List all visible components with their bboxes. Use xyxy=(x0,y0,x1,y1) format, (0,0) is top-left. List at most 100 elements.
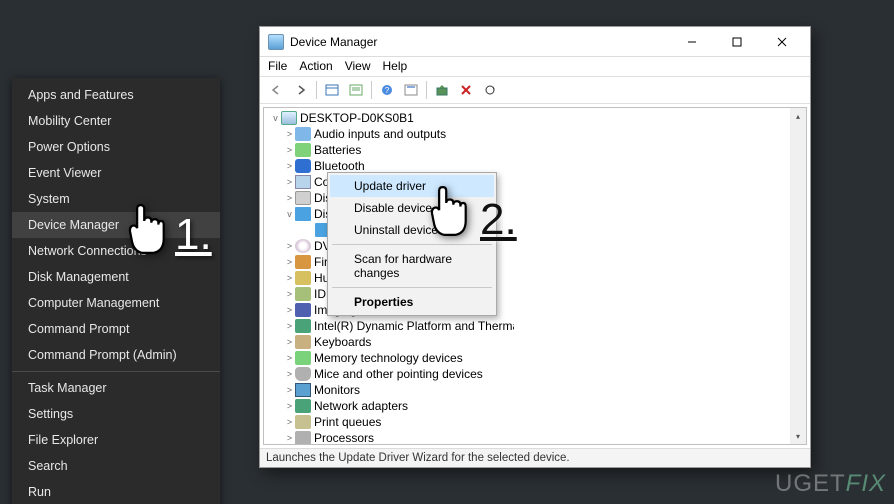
menu-item[interactable]: View xyxy=(345,59,371,73)
expand-icon[interactable]: > xyxy=(284,334,295,350)
expand-icon[interactable]: > xyxy=(284,270,295,286)
mouse-icon xyxy=(295,367,311,381)
mem-icon xyxy=(295,351,311,365)
winx-item[interactable]: Settings xyxy=(12,401,220,427)
menubar[interactable]: File Action View Help xyxy=(260,57,810,77)
winx-item[interactable]: Apps and Features xyxy=(12,82,220,108)
menu-item[interactable]: File xyxy=(268,59,287,73)
winx-item[interactable]: Run xyxy=(12,479,220,504)
printq-icon xyxy=(295,415,311,429)
step-label-2: 2. xyxy=(480,195,517,245)
expand-icon[interactable]: > xyxy=(284,302,295,318)
maximize-button[interactable] xyxy=(714,28,759,56)
help-button[interactable]: ? xyxy=(376,80,398,100)
computer-icon xyxy=(281,111,297,125)
expand-icon[interactable]: > xyxy=(284,254,295,270)
winx-item[interactable]: System xyxy=(12,186,220,212)
bt-icon xyxy=(295,159,311,173)
expand-icon[interactable]: > xyxy=(284,382,295,398)
toolbar[interactable]: ? xyxy=(260,77,810,104)
ide-icon xyxy=(295,287,311,301)
forward-button[interactable] xyxy=(290,80,312,100)
expand-icon[interactable]: > xyxy=(284,158,295,174)
back-button[interactable] xyxy=(266,80,288,100)
net-icon xyxy=(295,399,311,413)
expand-icon[interactable]: > xyxy=(284,190,295,206)
img-icon xyxy=(295,303,311,317)
titlebar[interactable]: Device Manager xyxy=(260,27,810,57)
expand-icon[interactable]: > xyxy=(284,174,295,190)
menu-item[interactable]: Action xyxy=(299,59,332,73)
window-title: Device Manager xyxy=(290,35,669,49)
expand-icon[interactable]: > xyxy=(284,430,295,444)
svg-text:?: ? xyxy=(385,86,390,95)
cpu-icon xyxy=(295,431,311,444)
expand-icon[interactable]: > xyxy=(284,350,295,366)
context-menu-item[interactable]: Update driver xyxy=(330,175,494,197)
winx-item[interactable]: Search xyxy=(12,453,220,479)
winx-item[interactable]: Power Options xyxy=(12,134,220,160)
tree-root[interactable]: vDESKTOP-D0KS0B1 xyxy=(270,110,804,126)
dvd-icon xyxy=(295,239,311,253)
status-bar: Launches the Update Driver Wizard for th… xyxy=(260,448,810,467)
expand-icon[interactable]: > xyxy=(284,126,295,142)
menu-item[interactable]: Help xyxy=(383,59,408,73)
vertical-scrollbar[interactable]: ▴ ▾ xyxy=(790,108,806,444)
expand-icon[interactable]: > xyxy=(284,238,295,254)
net-icon xyxy=(295,319,311,333)
expand-icon[interactable]: > xyxy=(284,414,295,430)
computer-icon xyxy=(295,175,311,189)
hid-icon xyxy=(295,271,311,285)
tree-node[interactable]: >Intel(R) Dynamic Platform and Thermal F… xyxy=(270,318,804,334)
app-icon xyxy=(268,34,284,50)
winx-item[interactable]: Computer Management xyxy=(12,290,220,316)
battery-icon xyxy=(295,143,311,157)
minimize-button[interactable] xyxy=(669,28,714,56)
kb-icon xyxy=(295,335,311,349)
winx-item[interactable]: Task Manager xyxy=(12,375,220,401)
firm-icon xyxy=(295,255,311,269)
tree-node[interactable]: >Batteries xyxy=(270,142,804,158)
context-menu-item[interactable]: Scan for hardware changes xyxy=(330,248,494,284)
winx-item[interactable]: Command Prompt (Admin) xyxy=(12,342,220,368)
context-menu-item[interactable]: Properties xyxy=(330,291,494,313)
scroll-up-button[interactable]: ▴ xyxy=(790,108,806,124)
tree-node[interactable]: >Print queues xyxy=(270,414,804,430)
device-context-menu[interactable]: Update driverDisable deviceUninstall dev… xyxy=(327,172,497,316)
properties-button[interactable] xyxy=(345,80,367,100)
winx-item[interactable]: Event Viewer xyxy=(12,160,220,186)
tree-node[interactable]: >Keyboards xyxy=(270,334,804,350)
expand-icon[interactable]: > xyxy=(284,398,295,414)
winx-item[interactable]: Command Prompt xyxy=(12,316,220,342)
scroll-down-button[interactable]: ▾ xyxy=(790,428,806,444)
display-icon xyxy=(295,207,311,221)
tree-node[interactable]: >Mice and other pointing devices xyxy=(270,366,804,382)
audio-icon xyxy=(295,127,311,141)
expand-icon[interactable]: > xyxy=(284,286,295,302)
expand-icon[interactable]: > xyxy=(284,366,295,382)
context-menu-item[interactable]: Uninstall device xyxy=(330,219,494,241)
winx-item[interactable]: Disk Management xyxy=(12,264,220,290)
uninstall-button[interactable] xyxy=(455,80,477,100)
winx-item[interactable]: File Explorer xyxy=(12,427,220,453)
context-menu-item[interactable]: Disable device xyxy=(330,197,494,219)
tree-node[interactable]: >Audio inputs and outputs xyxy=(270,126,804,142)
close-button[interactable] xyxy=(759,28,804,56)
update-driver-button[interactable] xyxy=(431,80,453,100)
disk-icon xyxy=(295,191,311,205)
scan-button[interactable] xyxy=(479,80,501,100)
show-hide-button[interactable] xyxy=(321,80,343,100)
watermark: UGETFIX xyxy=(775,470,886,498)
winx-menu[interactable]: Apps and FeaturesMobility CenterPower Op… xyxy=(12,78,220,504)
tree-node[interactable]: >Memory technology devices xyxy=(270,350,804,366)
tree-node[interactable]: >Monitors xyxy=(270,382,804,398)
expand-icon[interactable]: v xyxy=(284,206,295,222)
expand-icon[interactable]: > xyxy=(284,318,295,334)
properties-icon[interactable] xyxy=(400,80,422,100)
step-label-1: 1. xyxy=(175,210,212,260)
monitor-icon xyxy=(295,383,311,397)
tree-node[interactable]: >Network adapters xyxy=(270,398,804,414)
winx-item[interactable]: Mobility Center xyxy=(12,108,220,134)
tree-node[interactable]: >Processors xyxy=(270,430,804,444)
expand-icon[interactable]: > xyxy=(284,142,295,158)
